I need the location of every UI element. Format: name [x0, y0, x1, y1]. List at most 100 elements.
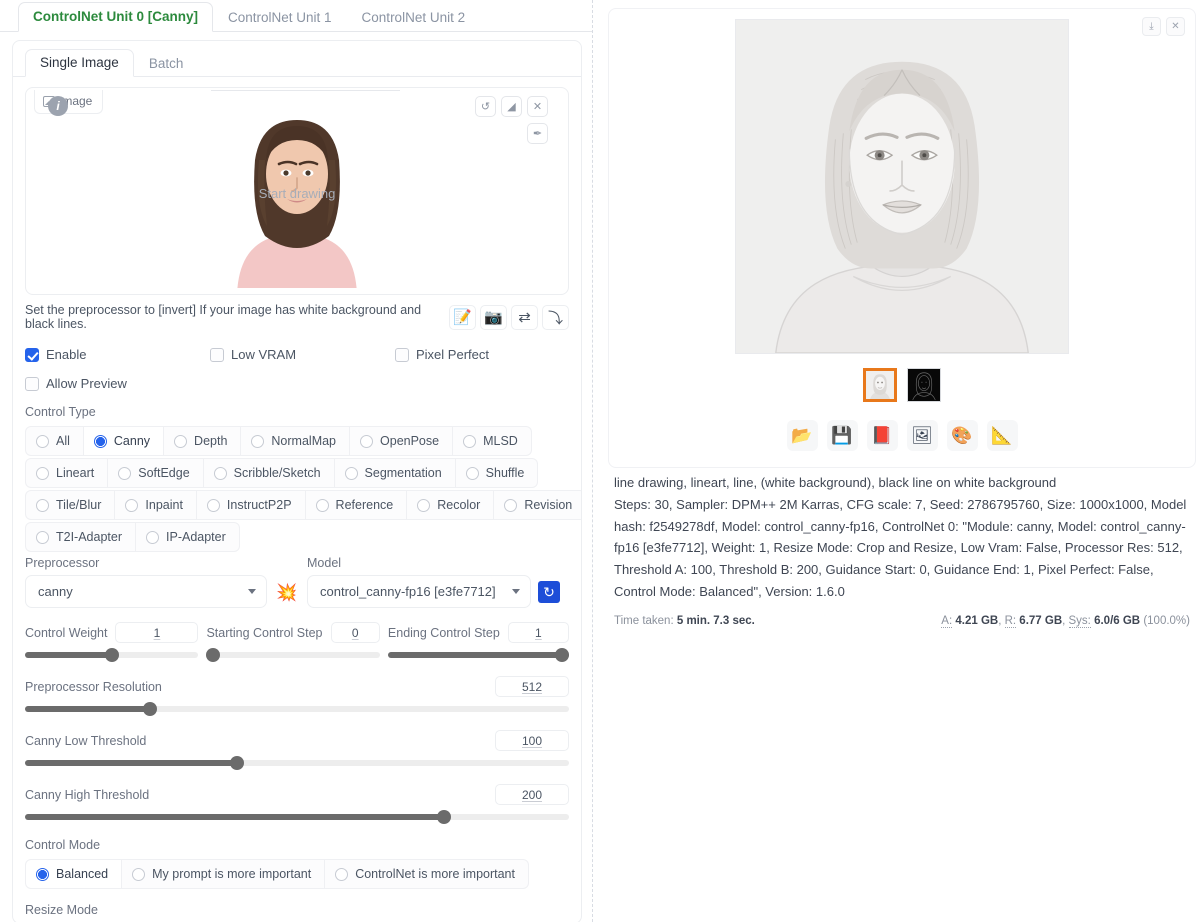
control-type-row-1: All Canny Depth NormalMap OpenPose MLSD: [25, 426, 569, 456]
canny-low-threshold-slider[interactable]: [25, 756, 569, 770]
control-type-lineart-label: Lineart: [56, 466, 95, 480]
model-label: Model: [307, 556, 342, 570]
preprocessor-resolution-input[interactable]: 512: [495, 676, 569, 697]
control-type-scribble-sketch[interactable]: Scribble/Sketch: [203, 458, 335, 488]
control-type-canny[interactable]: Canny: [83, 426, 165, 456]
preprocessor-hint: Set the preprocessor to [invert] If your…: [25, 303, 422, 331]
control-weight-slider[interactable]: [25, 648, 199, 662]
control-type-ip-adapter[interactable]: IP-Adapter: [136, 522, 240, 552]
canny-low-threshold-control: Canny Low Threshold 100: [25, 730, 569, 770]
checkbox-enable[interactable]: Enable: [25, 347, 210, 362]
close-icon[interactable]: ✕: [1166, 17, 1185, 36]
download-icon[interactable]: ⤓: [1142, 17, 1161, 36]
send-arrow-icon[interactable]: ⤵: [542, 304, 569, 330]
canny-high-threshold-input[interactable]: 200: [495, 784, 569, 805]
tab-single-image[interactable]: Single Image: [25, 49, 134, 77]
slider-knob[interactable]: [104, 648, 119, 662]
radio-dot: [465, 466, 479, 480]
memory-active-label: A:: [941, 614, 953, 628]
control-type-revision[interactable]: Revision: [494, 490, 581, 520]
ending-control-step-input[interactable]: 1: [507, 622, 569, 643]
control-type-reference-label: Reference: [335, 498, 394, 512]
slider-knob[interactable]: [206, 648, 221, 662]
canny-high-threshold-slider[interactable]: [25, 810, 569, 824]
radio-dot: [315, 498, 329, 512]
control-mode-controlnet[interactable]: ControlNet is more important: [325, 859, 529, 889]
image-canvas[interactable]: Start drawing: [32, 94, 562, 288]
slider-knob[interactable]: [143, 702, 158, 716]
control-type-instructp2p[interactable]: InstructP2P: [196, 490, 306, 520]
starting-control-step-slider[interactable]: [206, 648, 380, 662]
preprocessor-select[interactable]: canny: [25, 575, 267, 608]
slider-knob[interactable]: [230, 756, 245, 770]
control-image-area[interactable]: Image i Start drawing ↺ ◢ ✕ ✒: [25, 87, 569, 295]
preprocessor-value: canny: [38, 584, 73, 599]
tab-controlnet-unit-1[interactable]: ControlNet Unit 1: [213, 3, 347, 32]
image-tab-label[interactable]: Image: [34, 90, 104, 114]
preprocessor-resolution-slider[interactable]: [25, 702, 569, 716]
brush-icon[interactable]: ✒: [527, 123, 548, 144]
controlnet-unit-tabs: ControlNet Unit 0 [Canny] ControlNet Uni…: [0, 0, 592, 32]
control-type-openpose[interactable]: OpenPose: [350, 426, 454, 456]
send-to-extras-icon[interactable]: 📐: [986, 420, 1018, 451]
control-weight-label: Control Weight: [25, 625, 108, 640]
control-type-softedge[interactable]: SoftEdge: [108, 458, 204, 488]
slider-knob[interactable]: [436, 810, 451, 824]
control-type-reference[interactable]: Reference: [305, 490, 408, 520]
result-thumbnail[interactable]: [863, 368, 897, 402]
checkbox-allow-preview[interactable]: Allow Preview: [25, 376, 127, 391]
control-type-mlsd[interactable]: MLSD: [453, 426, 532, 456]
control-type-shuffle[interactable]: Shuffle: [455, 458, 539, 488]
control-type-inpaint[interactable]: Inpaint: [115, 490, 197, 520]
tab-controlnet-unit-0[interactable]: ControlNet Unit 0 [Canny]: [18, 2, 213, 32]
swap-icon[interactable]: ⇄: [511, 304, 538, 330]
refresh-models-icon[interactable]: ↻: [538, 581, 560, 603]
options-row-1: Enable Low VRAM Pixel Perfect: [25, 347, 569, 362]
weight-steps-row: Control Weight 1 Starting Control Step 0…: [25, 622, 569, 662]
result-thumbnails: [615, 368, 1189, 402]
zip-icon[interactable]: 📕: [866, 420, 898, 451]
open-folder-icon[interactable]: 📂: [786, 420, 818, 451]
checkbox-low-vram[interactable]: Low VRAM: [210, 347, 395, 362]
checkbox-pixel-perfect[interactable]: Pixel Perfect: [395, 347, 489, 362]
control-mode-my-prompt[interactable]: My prompt is more important: [122, 859, 326, 889]
control-type-lineart[interactable]: Lineart: [25, 458, 109, 488]
edit-note-icon[interactable]: 📝: [449, 304, 476, 330]
generation-parameters: Steps: 30, Sampler: DPM++ 2M Karras, CFG…: [614, 496, 1187, 600]
generation-info: line drawing, lineart, line, (white back…: [608, 468, 1196, 603]
preprocessor-resolution-control: Preprocessor Resolution 512: [25, 676, 569, 716]
starting-control-step-control: Starting Control Step 0: [206, 622, 387, 662]
tab-controlnet-unit-2[interactable]: ControlNet Unit 2: [347, 3, 481, 32]
close-icon[interactable]: ✕: [527, 96, 548, 117]
checkbox-pixel-perfect-box: [395, 347, 409, 362]
radio-dot: [132, 867, 146, 881]
send-to-inpaint-icon[interactable]: 🎨: [946, 420, 978, 451]
control-type-recolor[interactable]: Recolor: [407, 490, 495, 520]
control-type-depth[interactable]: Depth: [164, 426, 242, 456]
camera-icon[interactable]: 📷: [480, 304, 507, 330]
tab-batch[interactable]: Batch: [134, 50, 199, 77]
send-to-img2img-icon[interactable]: 🖼: [906, 420, 938, 451]
control-type-t2i-adapter[interactable]: T2I-Adapter: [25, 522, 137, 552]
control-type-all[interactable]: All: [25, 426, 84, 456]
control-mode-balanced[interactable]: Balanced: [25, 859, 123, 889]
slider-knob[interactable]: [554, 648, 569, 662]
ending-control-step-slider[interactable]: [387, 648, 569, 662]
boom-icon[interactable]: 💥: [274, 578, 300, 608]
eraser-icon[interactable]: ◢: [501, 96, 522, 117]
model-select[interactable]: control_canny-fp16 [e3fe7712]: [307, 575, 531, 608]
canny-low-threshold-input[interactable]: 100: [495, 730, 569, 751]
info-icon[interactable]: i: [48, 96, 68, 116]
save-icon[interactable]: 💾: [826, 420, 858, 451]
generated-image[interactable]: [735, 19, 1069, 354]
control-weight-input[interactable]: 1: [115, 622, 199, 643]
radio-dot: [213, 466, 227, 480]
control-type-segmentation[interactable]: Segmentation: [334, 458, 456, 488]
canny-preview-thumbnail[interactable]: [907, 368, 941, 402]
control-type-normalmap[interactable]: NormalMap: [241, 426, 351, 456]
checkbox-enable-label: Enable: [46, 347, 87, 362]
options-row-2: Allow Preview: [25, 376, 569, 391]
starting-control-step-input[interactable]: 0: [330, 622, 380, 643]
undo-icon[interactable]: ↺: [475, 96, 496, 117]
control-type-tile-blur[interactable]: Tile/Blur: [25, 490, 116, 520]
